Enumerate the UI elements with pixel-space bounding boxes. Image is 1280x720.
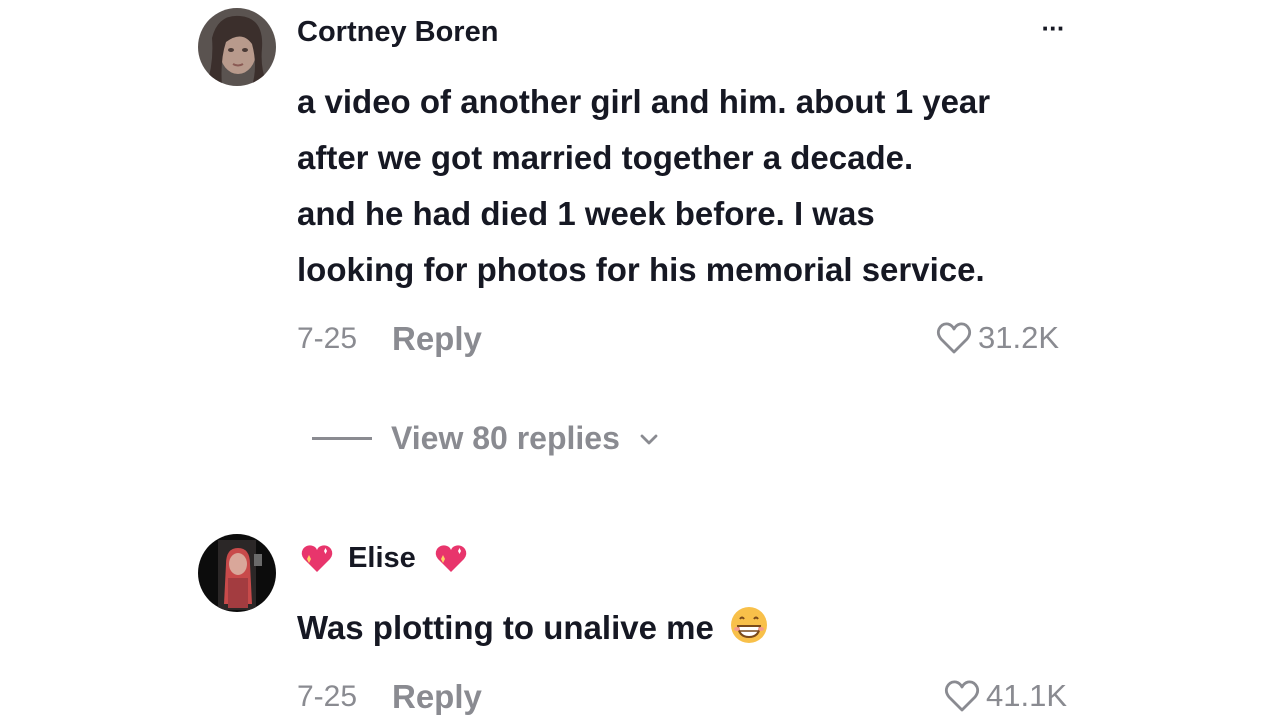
divider [312,437,372,440]
like-button[interactable]: 31.2K [936,320,1059,356]
comment-line: after we got married together a decade. [297,139,914,176]
like-count: 41.1K [986,678,1068,713]
reply-button[interactable]: Reply [392,320,482,358]
heart-outline-icon [936,321,972,355]
sparkling-heart-icon [300,543,334,575]
avatar[interactable] [198,8,276,86]
sparkling-heart-icon [434,543,468,575]
view-replies-label: View 80 replies [391,420,620,456]
comment-text: Was plotting to unalive me [297,600,1087,656]
view-replies-button[interactable]: View 80 replies [312,420,660,457]
comment-date: 7-25 [297,322,358,355]
comment-line: and he had died 1 week before. I was [297,195,875,232]
username-text: Elise [348,542,416,574]
comment-line: a video of another girl and him. about 1… [297,83,991,120]
avatar[interactable] [198,534,276,612]
like-button[interactable]: 41.1K [944,678,1067,714]
comment-item: Cortney Boren ··· a video of another gir… [0,0,1280,456]
comment-date: 7-25 [297,680,358,713]
reply-button[interactable]: Reply [392,678,482,716]
more-options-button[interactable]: ··· [1035,10,1071,46]
chevron-down-icon [640,434,658,444]
like-count: 31.2K [978,320,1060,355]
comment-item: Elise Was plotting to unalive me 7-25 Re… [0,530,1280,720]
username[interactable]: Cortney Boren [297,16,498,49]
username[interactable]: Elise [300,542,468,575]
comment-text: a video of another girl and him. about 1… [297,74,1087,298]
comment-line: Was plotting to unalive me [297,609,714,646]
heart-outline-icon [944,679,980,713]
comment-line: looking for photos for his memorial serv… [297,251,985,288]
grinning-face-icon [729,605,769,645]
